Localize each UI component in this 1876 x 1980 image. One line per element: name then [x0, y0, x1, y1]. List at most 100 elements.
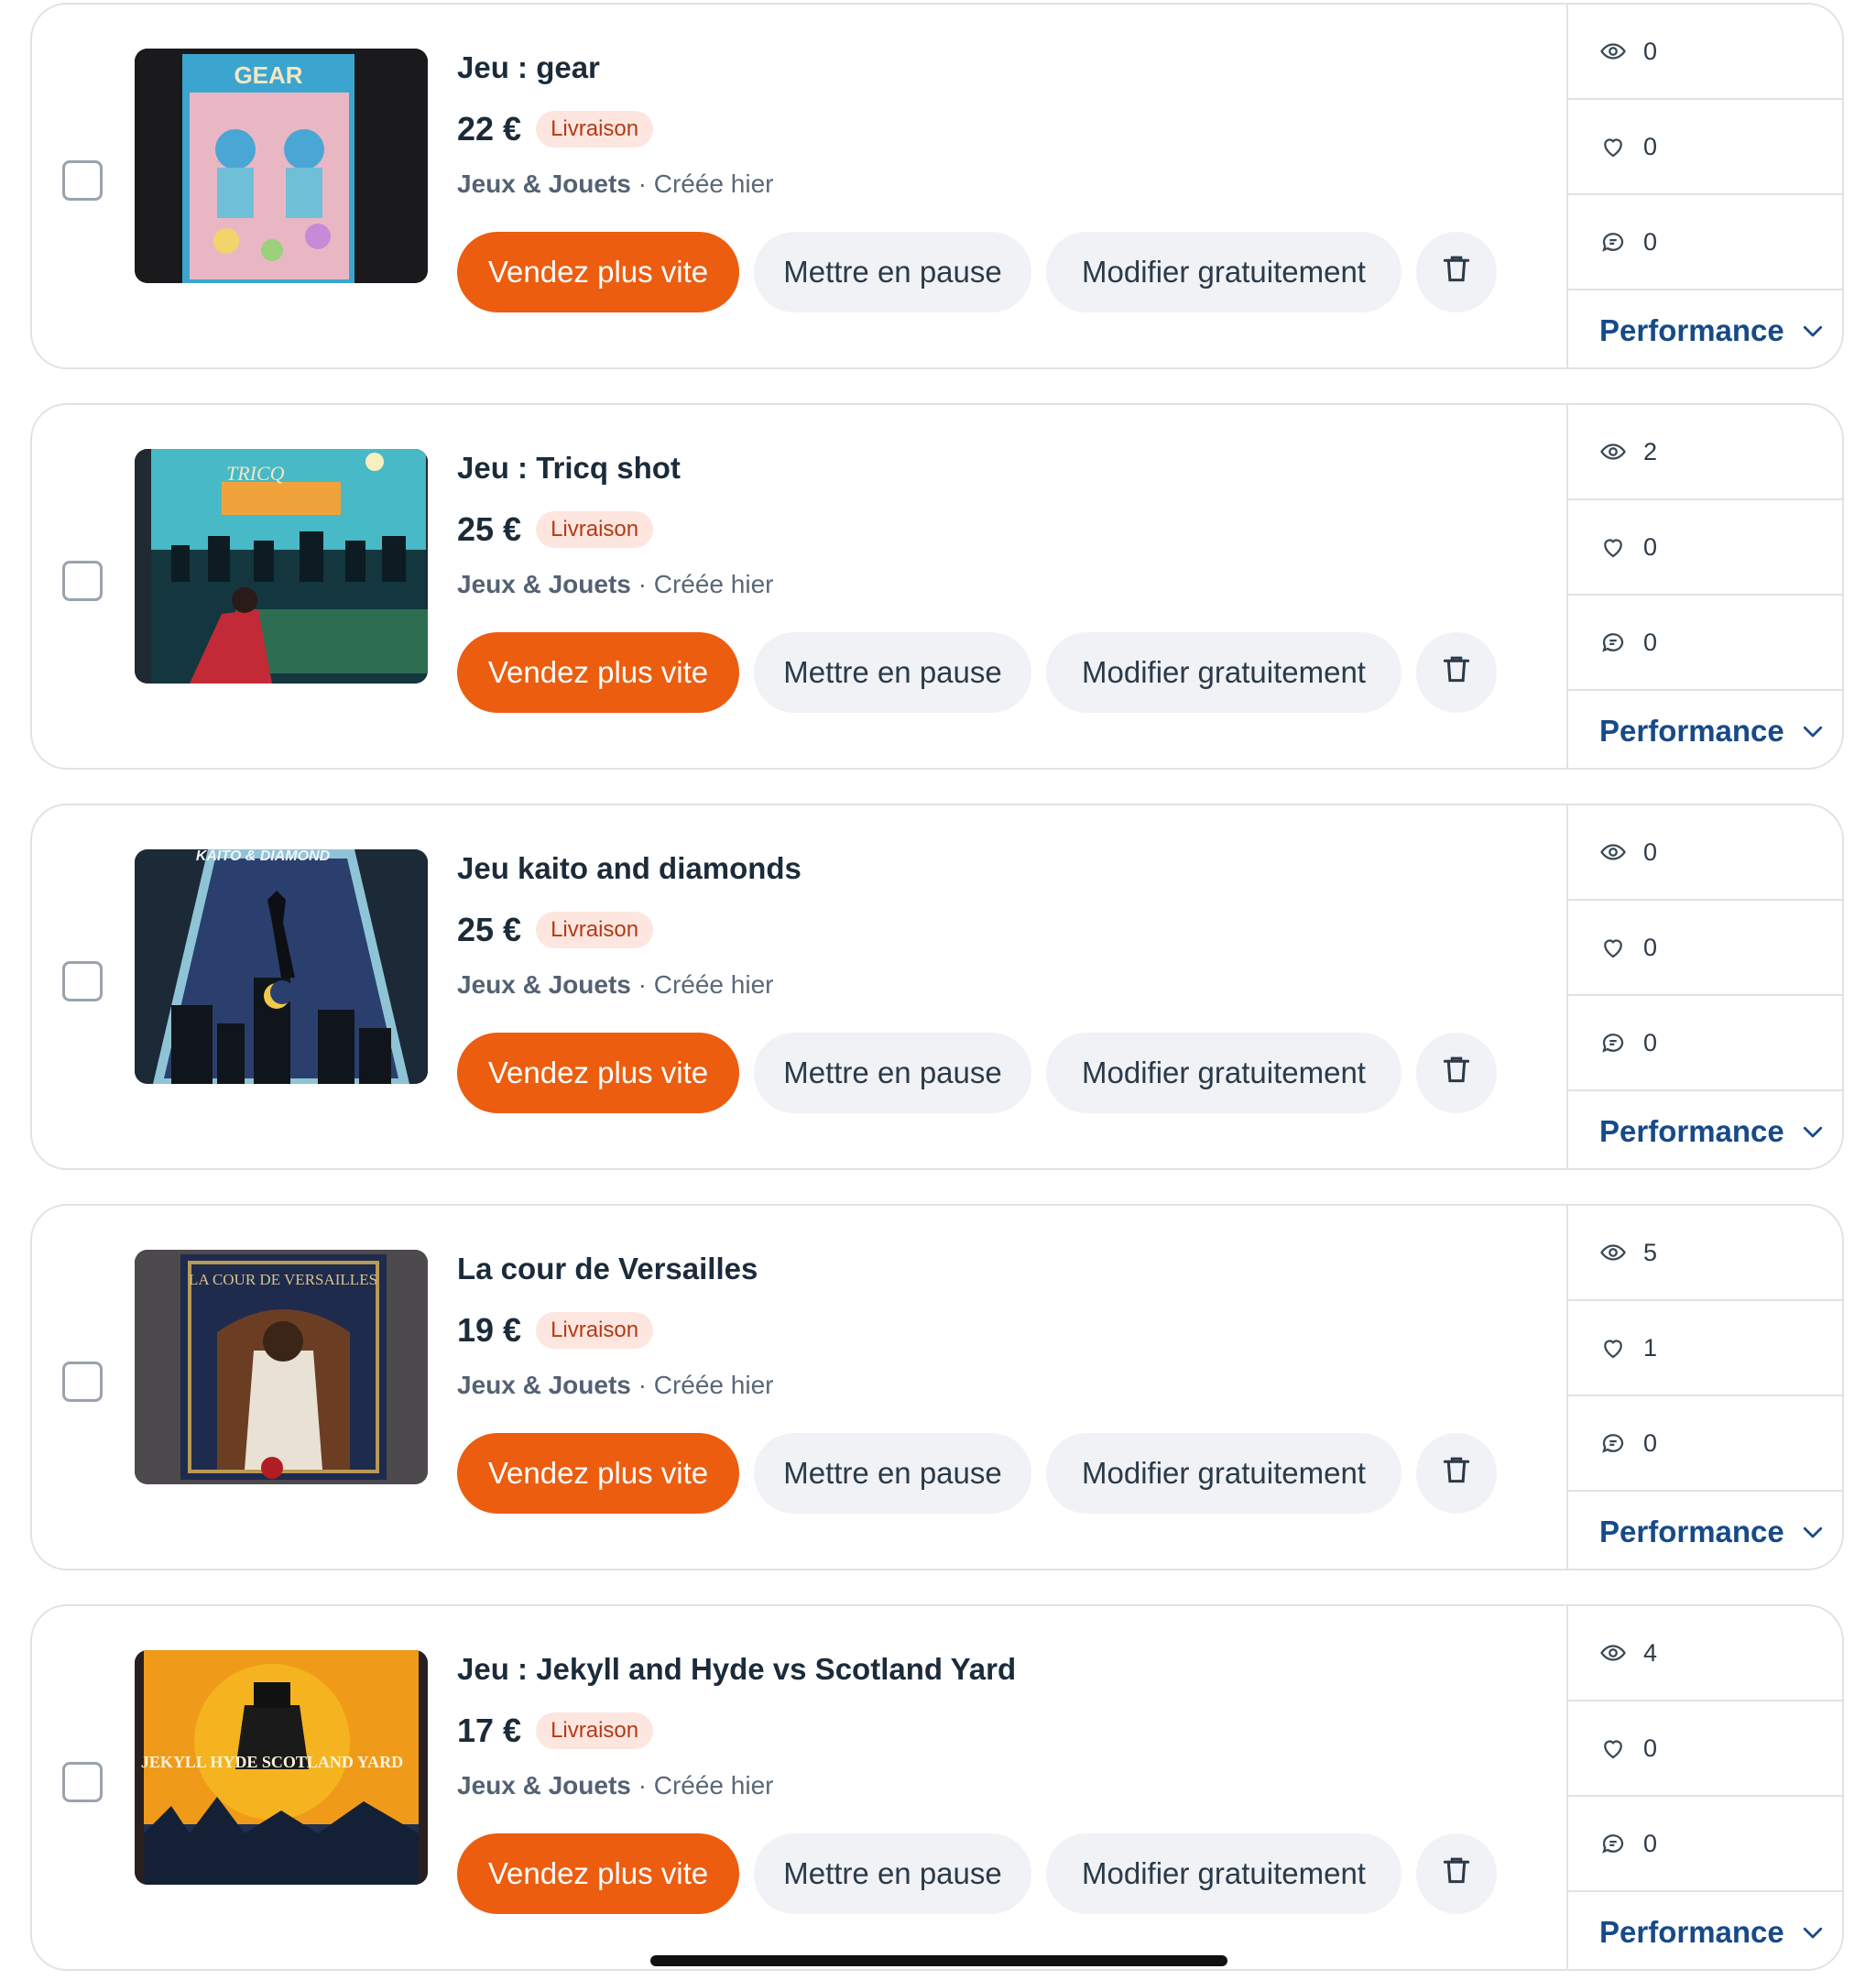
messages-stat: 0	[1568, 195, 1842, 290]
pause-button[interactable]: Mettre en pause	[754, 1433, 1031, 1514]
listing-card: TRICQ Jeu : Tricq shot 25 € Livraison Je…	[30, 403, 1844, 770]
listing-title[interactable]: Jeu : Jekyll and Hyde vs Scotland Yard	[457, 1652, 1016, 1687]
listing-stats: 2 0 0 Performance	[1566, 405, 1842, 768]
likes-stat: 1	[1568, 1301, 1842, 1396]
performance-toggle[interactable]: Performance	[1568, 691, 1842, 768]
trash-icon	[1439, 251, 1474, 293]
delete-button[interactable]	[1416, 1433, 1497, 1514]
listing-meta: Jeux & Jouets · Créée hier	[457, 1771, 773, 1800]
performance-label: Performance	[1599, 1515, 1784, 1548]
delete-button[interactable]	[1416, 632, 1497, 713]
edit-button[interactable]: Modifier gratuitement	[1046, 1033, 1402, 1113]
listing-thumbnail[interactable]: KAITO & DIAMOND	[135, 849, 428, 1084]
likes-count: 0	[1643, 532, 1658, 561]
delivery-badge: Livraison	[536, 511, 654, 548]
listing-price: 17 €	[457, 1712, 522, 1749]
performance-toggle[interactable]: Performance	[1568, 1492, 1842, 1569]
pause-button[interactable]: Mettre en pause	[754, 232, 1031, 312]
chevron-down-icon	[1799, 317, 1827, 345]
messages-count: 0	[1643, 1028, 1658, 1056]
svg-text:GEAR: GEAR	[234, 61, 302, 89]
listing-title[interactable]: Jeu : Tricq shot	[457, 451, 681, 486]
listing-stats: 0 0 0 Performance	[1566, 5, 1842, 367]
pause-button[interactable]: Mettre en pause	[754, 1833, 1031, 1914]
delivery-badge: Livraison	[536, 912, 654, 948]
delivery-badge: Livraison	[536, 1312, 654, 1349]
heart-icon	[1599, 934, 1627, 961]
listing-thumbnail[interactable]: JEKYLL HYDE SCOTLAND YARD	[135, 1650, 428, 1885]
chevron-down-icon	[1799, 1118, 1827, 1145]
delete-button[interactable]	[1416, 1033, 1497, 1113]
likes-count: 0	[1643, 1734, 1658, 1762]
listing-actions: Vendez plus vite Mettre en pause Modifie…	[457, 632, 1497, 713]
listing-actions: Vendez plus vite Mettre en pause Modifie…	[457, 1433, 1497, 1514]
listing-category: Jeux & Jouets	[457, 1771, 631, 1800]
heart-icon	[1599, 533, 1627, 561]
select-checkbox[interactable]	[62, 961, 103, 1001]
pause-button[interactable]: Mettre en pause	[754, 632, 1031, 713]
edit-button[interactable]: Modifier gratuitement	[1046, 1433, 1402, 1514]
pause-button[interactable]: Mettre en pause	[754, 1033, 1031, 1113]
listing-category: Jeux & Jouets	[457, 170, 631, 198]
select-checkbox[interactable]	[62, 561, 103, 601]
sell-faster-button[interactable]: Vendez plus vite	[457, 232, 739, 312]
edit-button[interactable]: Modifier gratuitement	[1046, 232, 1402, 312]
eye-icon	[1599, 838, 1627, 866]
performance-toggle[interactable]: Performance	[1568, 1892, 1842, 1969]
eye-icon	[1599, 1639, 1627, 1667]
performance-toggle[interactable]: Performance	[1568, 1091, 1842, 1168]
sell-faster-button[interactable]: Vendez plus vite	[457, 1033, 739, 1113]
delete-button[interactable]	[1416, 232, 1497, 312]
listing-meta: Jeux & Jouets · Créée hier	[457, 170, 773, 199]
edit-button[interactable]: Modifier gratuitement	[1046, 632, 1402, 713]
views-stat: 4	[1568, 1606, 1842, 1701]
listing-card: GEAR Jeu : gear 22 € Livraison Jeux & Jo…	[30, 3, 1844, 369]
listing-category: Jeux & Jouets	[457, 1371, 631, 1399]
listing-title[interactable]: Jeu : gear	[457, 50, 600, 85]
chat-bubble-icon	[1599, 1029, 1627, 1056]
price-row: 17 € Livraison	[457, 1711, 654, 1751]
chevron-down-icon	[1799, 1919, 1827, 1946]
trash-icon	[1439, 1452, 1474, 1494]
listing-actions: Vendez plus vite Mettre en pause Modifie…	[457, 1833, 1497, 1914]
listing-meta: Jeux & Jouets · Créée hier	[457, 970, 773, 1000]
performance-toggle[interactable]: Performance	[1568, 290, 1842, 367]
listing-created: · Créée hier	[638, 170, 774, 198]
chat-bubble-icon	[1599, 228, 1627, 256]
delivery-badge: Livraison	[536, 1712, 654, 1749]
trash-icon	[1439, 1052, 1474, 1094]
listing-meta: Jeux & Jouets · Créée hier	[457, 570, 773, 599]
views-stat: 0	[1568, 5, 1842, 100]
listing-thumbnail[interactable]: TRICQ	[135, 449, 428, 684]
select-checkbox[interactable]	[62, 1362, 103, 1402]
performance-label: Performance	[1599, 1915, 1784, 1949]
chat-bubble-icon	[1599, 629, 1627, 656]
select-checkbox[interactable]	[62, 160, 103, 201]
listing-created: · Créée hier	[638, 970, 774, 999]
edit-button[interactable]: Modifier gratuitement	[1046, 1833, 1402, 1914]
listing-thumbnail[interactable]: GEAR	[135, 49, 428, 283]
sell-faster-button[interactable]: Vendez plus vite	[457, 632, 739, 713]
likes-stat: 0	[1568, 500, 1842, 596]
delete-button[interactable]	[1416, 1833, 1497, 1914]
listing-created: · Créée hier	[638, 1771, 774, 1800]
listing-title[interactable]: Jeu kaito and diamonds	[457, 851, 802, 886]
messages-count: 0	[1643, 1428, 1658, 1457]
chat-bubble-icon	[1599, 1429, 1627, 1457]
listing-created: · Créée hier	[638, 1371, 774, 1399]
eye-icon	[1599, 1239, 1627, 1266]
listing-price: 22 €	[457, 110, 522, 148]
listing-card: KAITO & DIAMOND Jeu kaito and diamonds 2…	[30, 804, 1844, 1170]
likes-stat: 0	[1568, 901, 1842, 996]
price-row: 25 € Livraison	[457, 910, 654, 950]
messages-count: 0	[1643, 1829, 1658, 1857]
listing-created: · Créée hier	[638, 570, 774, 598]
listing-title[interactable]: La cour de Versailles	[457, 1252, 758, 1286]
sell-faster-button[interactable]: Vendez plus vite	[457, 1433, 739, 1514]
sell-faster-button[interactable]: Vendez plus vite	[457, 1833, 739, 1914]
trash-icon	[1439, 1853, 1474, 1895]
svg-text:JEKYLL HYDE SCOTLAND YARD: JEKYLL HYDE SCOTLAND YARD	[141, 1753, 403, 1771]
listing-thumbnail[interactable]: LA COUR DE VERSAILLES	[135, 1250, 428, 1484]
select-checkbox[interactable]	[62, 1762, 103, 1802]
listing-meta: Jeux & Jouets · Créée hier	[457, 1371, 773, 1400]
